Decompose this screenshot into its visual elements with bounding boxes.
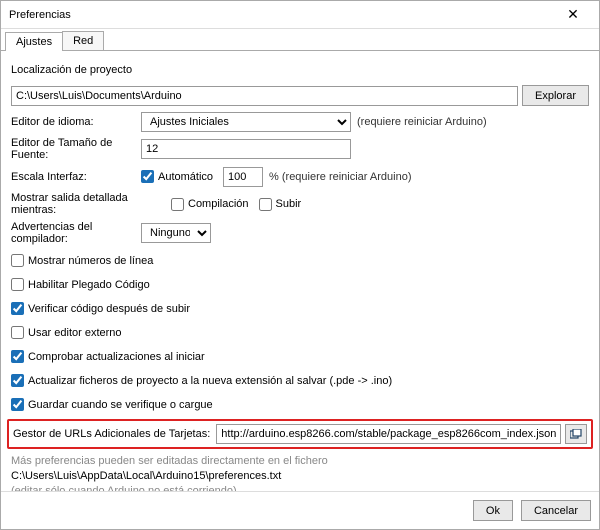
tab-settings[interactable]: Ajustes: [5, 32, 63, 51]
boards-url-input[interactable]: [216, 424, 561, 444]
verbose-label: Mostrar salida detallada mientras:: [11, 192, 171, 216]
warnings-label: Advertencias del compilador:: [11, 221, 141, 245]
scale-value-input[interactable]: [223, 167, 263, 187]
verbose-compile-checkbox[interactable]: [171, 198, 184, 211]
boards-url-row: Gestor de URLs Adicionales de Tarjetas:: [7, 419, 593, 449]
tab-network[interactable]: Red: [62, 31, 104, 50]
language-label: Editor de idioma:: [11, 116, 141, 128]
verify-checkbox[interactable]: [11, 302, 24, 315]
language-select[interactable]: Ajustes Iniciales: [141, 112, 351, 132]
boards-url-label: Gestor de URLs Adicionales de Tarjetas:: [13, 428, 210, 440]
saveverify-checkbox[interactable]: [11, 398, 24, 411]
footer: Ok Cancelar: [1, 491, 599, 529]
updates-checkbox[interactable]: [11, 350, 24, 363]
external-label: Usar editor externo: [28, 327, 122, 339]
titlebar: Preferencias ✕: [1, 1, 599, 29]
updateext-checkbox[interactable]: [11, 374, 24, 387]
language-note: (requiere reiniciar Arduino): [357, 116, 487, 128]
boards-url-edit-button[interactable]: [565, 424, 587, 444]
linenumbers-label: Mostrar números de línea: [28, 255, 153, 267]
updateext-label: Actualizar ficheros de proyecto a la nue…: [28, 375, 392, 387]
updates-label: Comprobar actualizaciones al iniciar: [28, 351, 205, 363]
warnings-select[interactable]: Ninguno: [141, 223, 211, 243]
fontsize-label: Editor de Tamaño de Fuente:: [11, 137, 141, 161]
codefold-label: Habilitar Plegado Código: [28, 279, 150, 291]
saveverify-label: Guardar cuando se verifique o cargue: [28, 399, 213, 411]
verify-label: Verificar código después de subir: [28, 303, 190, 315]
project-location-label: Localización de proyecto: [11, 64, 132, 76]
cancel-button[interactable]: Cancelar: [521, 500, 591, 521]
verbose-upload-checkbox[interactable]: [259, 198, 272, 211]
more-prefs-line1: Más preferencias pueden ser editadas dir…: [11, 455, 589, 467]
project-location-input[interactable]: [11, 86, 518, 106]
scale-auto-checkbox[interactable]: [141, 170, 154, 183]
scale-auto-label: Automático: [158, 171, 213, 183]
verbose-compile-label: Compilación: [188, 198, 249, 210]
ok-button[interactable]: Ok: [473, 500, 513, 521]
scale-label: Escala Interfaz:: [11, 171, 141, 183]
codefold-checkbox[interactable]: [11, 278, 24, 291]
prefs-file-path: C:\Users\Luis\AppData\Local\Arduino15\pr…: [11, 470, 589, 482]
fontsize-input[interactable]: [141, 139, 351, 159]
close-icon[interactable]: ✕: [555, 6, 591, 23]
tabs: Ajustes Red: [1, 29, 599, 51]
window-title: Preferencias: [9, 9, 555, 21]
external-checkbox[interactable]: [11, 326, 24, 339]
verbose-upload-label: Subir: [276, 198, 302, 210]
scale-suffix: % (requiere reiniciar Arduino): [269, 171, 411, 183]
window-icon: [570, 429, 582, 439]
linenumbers-checkbox[interactable]: [11, 254, 24, 267]
browse-button[interactable]: Explorar: [522, 85, 589, 106]
content: Localización de proyecto Explorar Editor…: [1, 51, 599, 491]
